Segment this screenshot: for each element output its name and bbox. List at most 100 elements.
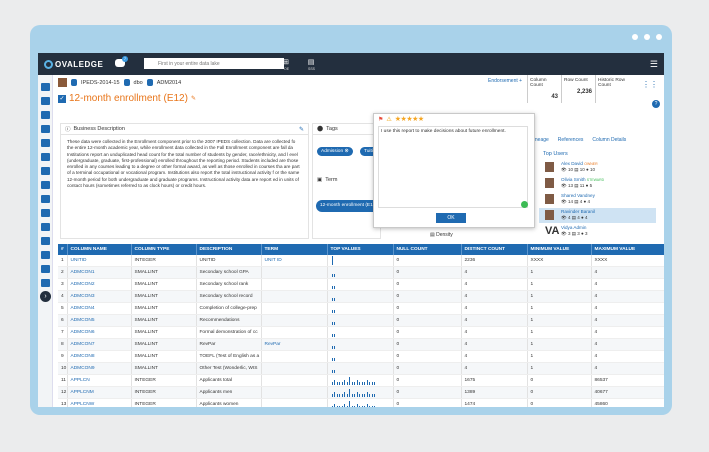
table-cell[interactable]: APPLCNM xyxy=(67,386,132,400)
star-rating[interactable]: ★★★★★ xyxy=(395,115,424,123)
sss-icon[interactable]: ▤ xyxy=(307,58,315,66)
apps-grid-icon[interactable]: ⋮⋮ xyxy=(642,80,658,89)
nav-users-icon[interactable] xyxy=(41,265,50,273)
user-item[interactable]: Olivia Smith STEWARD 👁 13 ▤ 11 ● 5 xyxy=(539,176,656,191)
table-row[interactable]: 8 ADMCON7 SMALLINT RevPar RevPar 0 4 1 4 xyxy=(58,338,664,352)
nav-doc-icon[interactable] xyxy=(41,195,50,203)
table-row[interactable]: 2 ADMCON1 SMALLINT Secondary school GPA 0 4 1 4 xyxy=(58,266,664,280)
sparkline-bar xyxy=(331,358,333,362)
edit-title-icon[interactable]: ✎ xyxy=(191,95,196,102)
ok-button[interactable]: OK xyxy=(436,213,466,223)
nav-transfer-icon[interactable] xyxy=(41,209,50,217)
window-dot[interactable] xyxy=(644,34,650,40)
user-item[interactable]: Ravinder Baranil 👁 4 ▤ 4 ● 4 xyxy=(539,208,656,223)
nav-grid-icon[interactable] xyxy=(41,223,50,231)
comment-textarea[interactable]: I use this report to make decisions abou… xyxy=(378,126,528,208)
table-cell[interactable] xyxy=(261,314,328,328)
nav-report-icon[interactable] xyxy=(41,139,50,147)
nav-catalog-icon[interactable] xyxy=(41,111,50,119)
col-header-null-count[interactable]: NULL COUNT xyxy=(393,244,462,255)
tab-column-details[interactable]: Column Details xyxy=(592,137,626,143)
nav-home-icon[interactable] xyxy=(41,83,50,91)
table-cell[interactable] xyxy=(261,278,328,292)
warning-icon[interactable]: ⚠ xyxy=(386,116,391,123)
edit-description-icon[interactable]: ✎ xyxy=(299,126,304,133)
window-dot[interactable] xyxy=(656,34,662,40)
table-cell[interactable] xyxy=(261,362,328,376)
refresh-icon[interactable] xyxy=(521,201,528,208)
tag-chip[interactable]: Admission ⊗ xyxy=(317,147,353,156)
nav-expand-icon[interactable]: › xyxy=(40,291,51,302)
table-row[interactable]: 5 ADMCON4 SMALLINT Completion of college-pr… xyxy=(58,302,664,316)
nav-hourglass-icon[interactable] xyxy=(41,237,50,245)
table-cell[interactable]: ADMCON2 xyxy=(67,278,132,292)
table-row[interactable]: 9 ADMCON8 SMALLINT TOEFL (Test of English a… xyxy=(58,350,664,364)
col-header-index[interactable]: # xyxy=(58,244,68,255)
table-row[interactable]: 1 UNITID INTEGER UNITID UNIT ID 0 2236 XXXX XXXX xyxy=(58,255,664,268)
col-header-column-name[interactable]: COLUMN NAME xyxy=(67,244,132,255)
nav-list-icon[interactable] xyxy=(41,181,50,189)
flag-icon[interactable]: ⚑ xyxy=(378,116,383,123)
table-cell[interactable]: ADMCON5 xyxy=(67,314,132,328)
col-header-maximum-value[interactable]: MAXIMUM VALUE xyxy=(591,244,664,255)
col-header-distinct-count[interactable]: DISTINCT COUNT xyxy=(461,244,528,255)
table-cell[interactable] xyxy=(261,290,328,304)
table-cell[interactable] xyxy=(261,266,328,280)
table-cell[interactable]: ADMCON9 xyxy=(67,362,132,376)
table-cell[interactable]: UNIT ID xyxy=(261,255,328,268)
col-header-description[interactable]: DESCRIPTION xyxy=(196,244,262,255)
table-row[interactable]: 6 ADMCON5 SMALLINT Recommendations 0 4 1 4 xyxy=(58,314,664,328)
table-row[interactable]: 12 APPLCNM INTEGER Applicants men 0 1389 0 4067… xyxy=(58,386,664,400)
breadcrumb-db[interactable]: IPEDS-2014-15 xyxy=(81,80,120,86)
col-header-top-values[interactable]: TOP VALUES xyxy=(327,244,394,255)
bookmark-icon[interactable]: ▮ xyxy=(260,58,268,66)
col-header-column-type[interactable]: COLUMN TYPE xyxy=(131,244,197,255)
table-cell[interactable] xyxy=(261,302,328,316)
nav-folder-icon[interactable] xyxy=(41,167,50,175)
nav-search-icon[interactable] xyxy=(41,97,50,105)
table-cell[interactable]: APPLCNW xyxy=(67,398,132,407)
table-row[interactable]: 3 ADMCON2 SMALLINT Secondary school rank 0 4 1… xyxy=(58,278,664,292)
table-cell[interactable] xyxy=(261,350,328,364)
table-cell[interactable]: ADMCON6 xyxy=(67,326,132,340)
table-cell[interactable]: ADMCON8 xyxy=(67,350,132,364)
avatar[interactable] xyxy=(58,78,67,87)
nav-settings-icon[interactable] xyxy=(41,251,50,259)
table-cell[interactable]: ADMCON3 xyxy=(67,290,132,304)
table-cell[interactable] xyxy=(261,374,328,388)
top-values-sparkline xyxy=(331,351,390,362)
table-cell[interactable]: ADMCON1 xyxy=(67,266,132,280)
breadcrumb-table[interactable]: ADM2014 xyxy=(157,80,181,86)
table-cell[interactable] xyxy=(261,398,328,407)
menu-icon[interactable]: ☰ xyxy=(650,59,658,70)
nav-box-icon[interactable] xyxy=(41,125,50,133)
col-header-minimum-value[interactable]: MINIMUM VALUE xyxy=(527,244,592,255)
help-icon[interactable]: ? xyxy=(652,100,660,108)
oe-icon[interactable]: ⊞ xyxy=(282,58,290,66)
table-cell[interactable]: APPLCN xyxy=(67,374,132,388)
table-row[interactable]: 4 ADMCON3 SMALLINT Secondary school record 0… xyxy=(58,290,664,304)
user-item[interactable]: Alex David OWNER 👁 10 ▤ 10 ● 10 xyxy=(539,160,656,175)
table-cell[interactable]: ADMCON7 xyxy=(67,338,132,352)
table-cell[interactable] xyxy=(261,386,328,400)
endorsement-button[interactable]: Endorsement + xyxy=(488,78,522,84)
table-cell: 2236 xyxy=(461,255,528,268)
nav-file-icon[interactable] xyxy=(41,279,50,287)
sparkline-bar xyxy=(334,379,335,386)
tab-references[interactable]: References xyxy=(558,137,584,143)
table-row[interactable]: 11 APPLCN INTEGER Applicants total 0 1675 0 865… xyxy=(58,374,664,388)
user-item[interactable]: Shared Vandney 👁 14 ▤ 4 ● 4 xyxy=(539,192,656,207)
logo[interactable]: OVALEDGE xyxy=(44,59,103,69)
table-cell[interactable]: ADMCON4 xyxy=(67,302,132,316)
table-cell[interactable]: RevPar xyxy=(261,338,328,352)
col-header-term[interactable]: TERM xyxy=(261,244,328,255)
breadcrumb-schema[interactable]: dbo xyxy=(134,80,143,86)
table-cell[interactable] xyxy=(261,326,328,340)
table-row[interactable]: 13 APPLCNW INTEGER Applicants women 0 1474 0 45… xyxy=(58,398,664,407)
window-dot[interactable] xyxy=(632,34,638,40)
table-cell[interactable]: UNITID xyxy=(67,255,132,268)
user-item[interactable]: VA Vidya Admin 👁 3 ▤ 3 ● 3 xyxy=(539,224,656,239)
nav-book-icon[interactable] xyxy=(41,153,50,161)
table-row[interactable]: 7 ADMCON6 SMALLINT Formal demonstration of … xyxy=(58,326,664,340)
table-row[interactable]: 10 ADMCON9 SMALLINT Other Test (Wonderlic, … xyxy=(58,362,664,376)
